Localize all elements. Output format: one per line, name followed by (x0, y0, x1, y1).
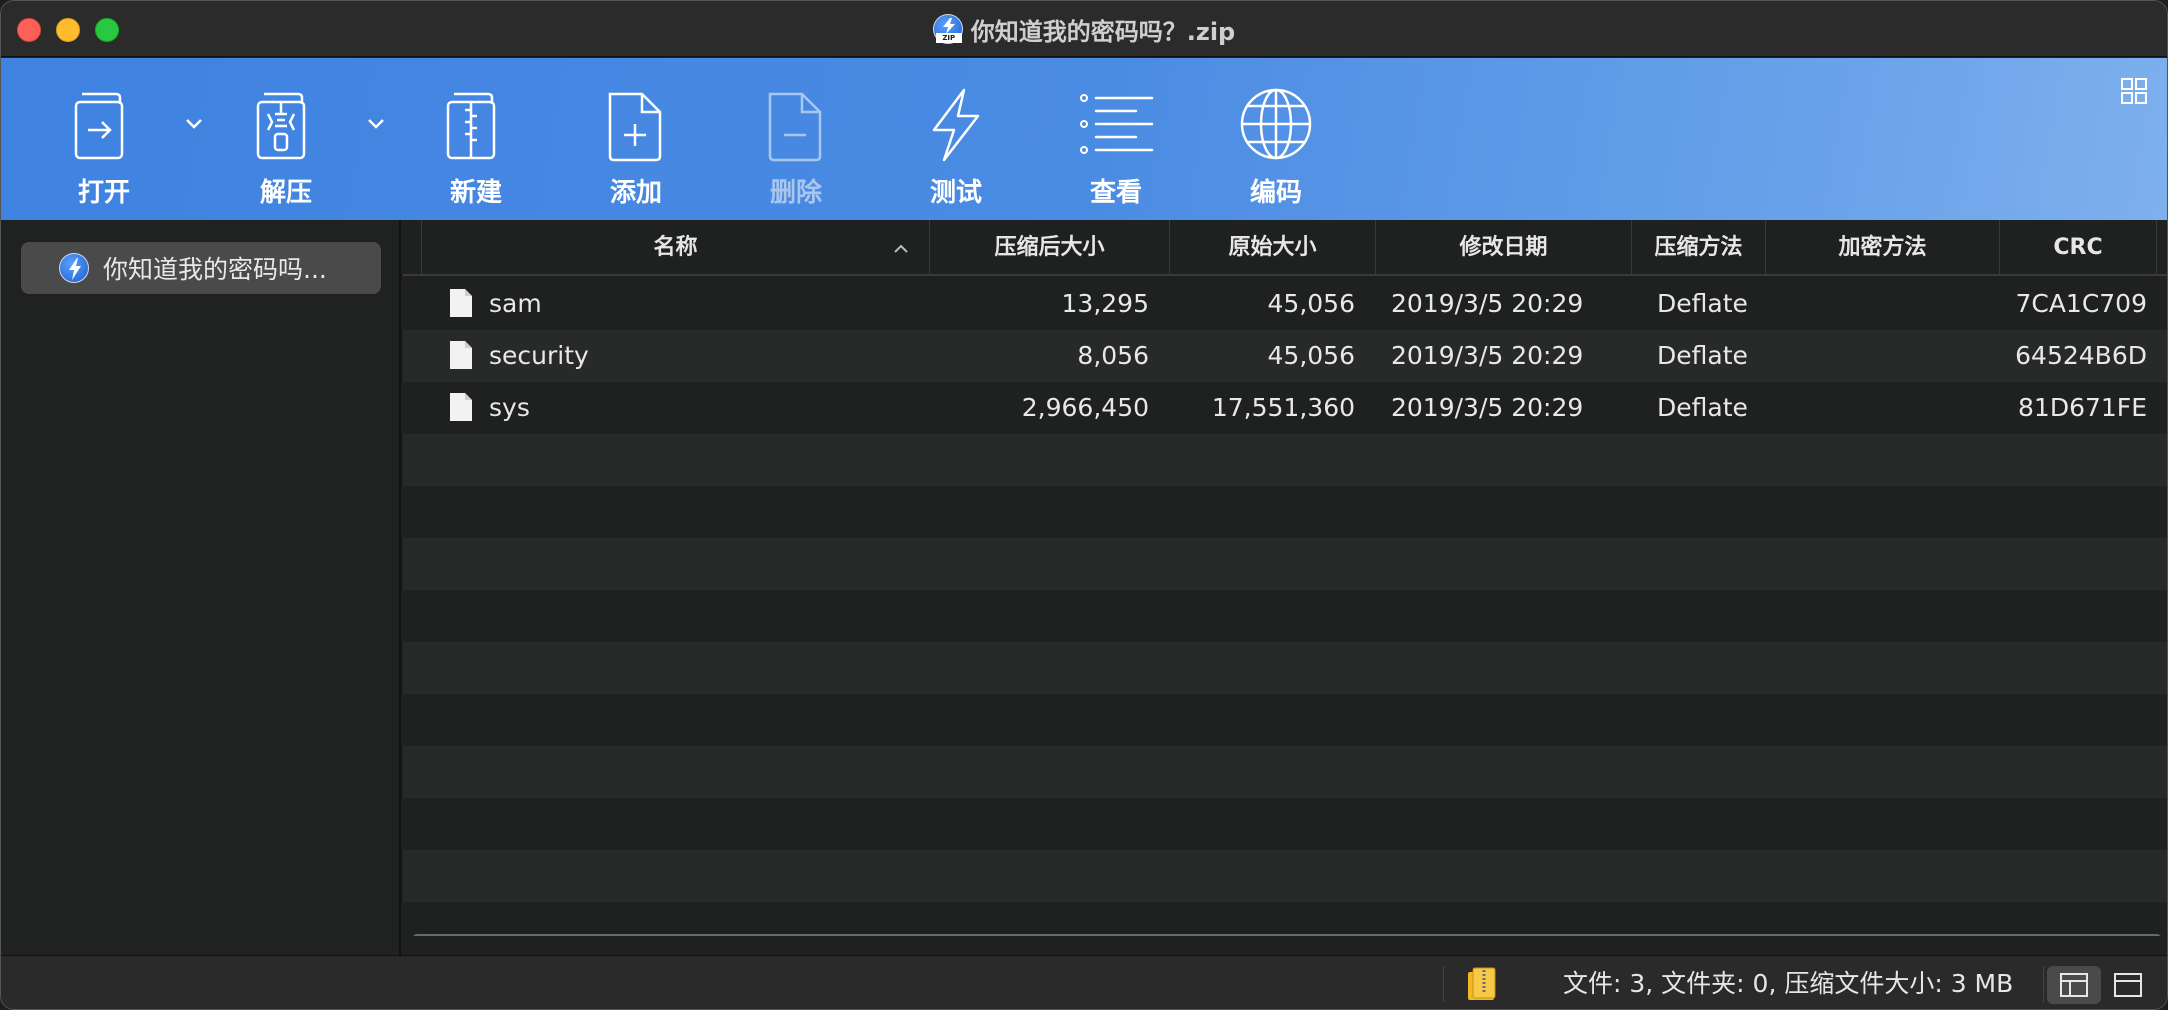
modified-date: 2019/3/5 20:29 (1391, 393, 1584, 422)
sidebar-item-label: 你知道我的密码吗... (103, 255, 327, 284)
crc-value: 7CA1C709 (2015, 289, 2147, 318)
crc-value: 64524B6D (2015, 341, 2147, 370)
extract-icon (256, 92, 306, 160)
empty-row (403, 694, 2167, 746)
zip-archive-icon: ZIP (932, 14, 963, 44)
encoding-button[interactable]: 编码 (1221, 84, 1331, 214)
original-size: 17,551,360 (1211, 393, 1355, 422)
file-name: security (489, 341, 589, 370)
table-row[interactable]: security 8,056 45,056 2019/3/5 20:29 Def… (403, 330, 2167, 382)
status-summary: 文件: 3, 文件夹: 0, 压缩文件大小: 3 MB (1563, 969, 2014, 998)
column-header-original-size[interactable]: 原始大小 (1169, 220, 1375, 276)
globe-icon (1240, 88, 1312, 160)
extract-label: 解压 (259, 178, 312, 208)
view-label: 查看 (1089, 178, 1142, 208)
column-header-encryption-method[interactable]: 加密方法 (1765, 220, 1999, 276)
column-header-crc[interactable]: CRC (1999, 220, 2157, 276)
app-window: ZIP 你知道我的密码吗？.zip 打开 解压 新建 添加 删除 测试 查看 编… (0, 0, 2168, 1010)
column-header-compressed-size[interactable]: 压缩后大小 (929, 220, 1169, 276)
table-row[interactable]: sam 13,295 45,056 2019/3/5 20:29 Deflate… (403, 278, 2167, 330)
file-name: sam (489, 289, 542, 318)
compression-method: Deflate (1657, 289, 1748, 318)
add-label: 添加 (609, 178, 662, 208)
file-list: 名称 压缩后大小 原始大小 修改日期 压缩方法 加密方法 CRC sam 13,… (403, 220, 2167, 936)
extract-button[interactable]: 解压 (231, 84, 341, 214)
sidebar-item-archive[interactable]: 你知道我的密码吗... (21, 242, 381, 294)
modified-date: 2019/3/5 20:29 (1391, 341, 1584, 370)
empty-row (403, 642, 2167, 694)
window-title: 你知道我的密码吗？.zip (970, 17, 1236, 46)
modified-date: 2019/3/5 20:29 (1391, 289, 1584, 318)
toolbar: 打开 解压 新建 添加 删除 测试 查看 编码 (1, 58, 2167, 220)
original-size: 45,056 (1267, 341, 1355, 370)
empty-row (403, 538, 2167, 590)
horizontal-scrollbar[interactable] (411, 934, 2163, 936)
compression-method: Deflate (1657, 341, 1748, 370)
test-button[interactable]: 测试 (901, 84, 1011, 214)
compressed-size: 13,295 (1061, 289, 1149, 318)
compressed-size: 8,056 (1077, 341, 1149, 370)
column-header-compression-method[interactable]: 压缩方法 (1631, 220, 1765, 276)
file-icon (450, 289, 472, 317)
delete-button[interactable]: 删除 (741, 84, 851, 214)
new-archive-label: 新建 (449, 178, 502, 208)
split-view-button[interactable] (2047, 966, 2101, 1004)
sidebar: 你知道我的密码吗... (1, 220, 401, 955)
table-row[interactable]: sys 2,966,450 17,551,360 2019/3/5 20:29 … (403, 382, 2167, 434)
crc-value: 81D671FE (2018, 393, 2147, 422)
sort-ascending-icon (894, 244, 908, 253)
empty-row (403, 434, 2167, 486)
empty-row (403, 850, 2167, 902)
file-icon (450, 393, 472, 421)
new-archive-button[interactable]: 新建 (421, 84, 531, 214)
status-divider (2043, 966, 2044, 1002)
table-header: 名称 压缩后大小 原始大小 修改日期 压缩方法 加密方法 CRC (403, 220, 2167, 276)
encoding-label: 编码 (1249, 178, 1302, 208)
status-divider (1443, 966, 1444, 1002)
archive-folder-icon (1468, 967, 1496, 1000)
list-view-icon (1080, 94, 1154, 154)
open-icon (74, 92, 124, 160)
title-bar: ZIP 你知道我的密码吗？.zip (1, 1, 2167, 57)
extract-dropdown-chevron-icon[interactable] (367, 118, 385, 130)
column-header-name[interactable]: 名称 (421, 220, 929, 276)
column-header-modified-date[interactable]: 修改日期 (1375, 220, 1631, 276)
empty-row (403, 590, 2167, 642)
zip-archive-icon (59, 253, 89, 283)
window-title-area: ZIP 你知道我的密码吗？.zip (1, 11, 2167, 47)
add-button[interactable]: 添加 (581, 84, 691, 214)
status-bar: 文件: 3, 文件夹: 0, 压缩文件大小: 3 MB (1, 955, 2167, 1009)
delete-file-icon (768, 92, 822, 162)
split-layout-icon (2060, 973, 2088, 997)
file-name: sys (489, 393, 530, 422)
empty-row (403, 798, 2167, 850)
view-button[interactable]: 查看 (1061, 84, 1171, 214)
compressed-size: 2,966,450 (1021, 393, 1149, 422)
test-label: 测试 (929, 178, 982, 208)
lightning-icon (932, 88, 980, 162)
original-size: 45,056 (1267, 289, 1355, 318)
new-archive-icon (446, 92, 496, 160)
add-file-icon (608, 92, 662, 162)
single-layout-icon (2114, 973, 2142, 997)
grid-layout-icon[interactable] (2121, 78, 2147, 104)
empty-row (403, 746, 2167, 798)
open-label: 打开 (77, 178, 130, 208)
open-dropdown-chevron-icon[interactable] (185, 118, 203, 130)
open-button[interactable]: 打开 (49, 84, 159, 214)
delete-label: 删除 (769, 178, 822, 208)
single-view-button[interactable] (2101, 966, 2155, 1004)
file-icon (450, 341, 472, 369)
empty-row (403, 486, 2167, 538)
compression-method: Deflate (1657, 393, 1748, 422)
